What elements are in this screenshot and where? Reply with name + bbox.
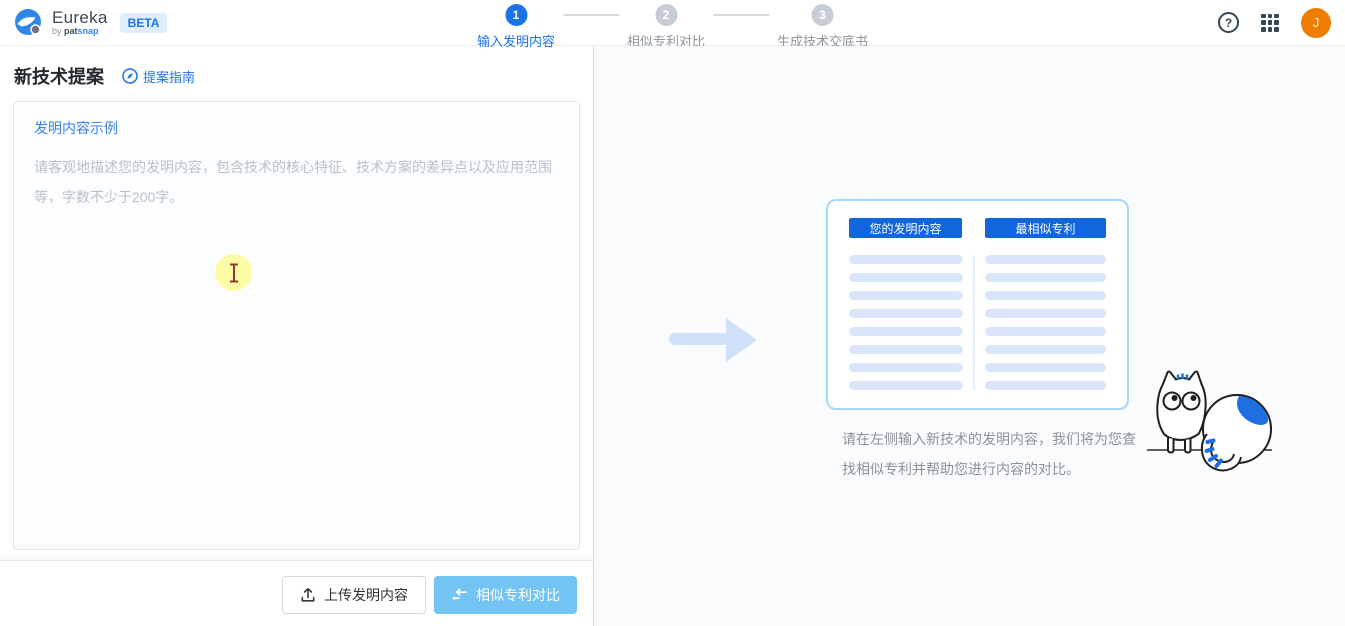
proposal-guide-link[interactable]: 提案指南 <box>122 67 195 86</box>
page-title: 新技术提案 <box>14 63 104 89</box>
brand-name: Eureka <box>52 9 108 26</box>
skeleton-bar <box>985 255 1106 264</box>
logo[interactable]: Eureka by patsnap BETA <box>14 8 167 38</box>
skeleton-bar <box>849 363 963 372</box>
upload-button-label: 上传发明内容 <box>324 585 408 605</box>
skeleton-bar <box>985 309 1106 318</box>
eureka-logo-icon <box>14 8 44 38</box>
cat-mascot-illustration <box>1147 366 1297 482</box>
skeleton-bar <box>849 345 963 354</box>
textarea-placeholder: 请客观地描述您的发明内容，包含技术的核心特征、技术方案的差异点以及应用范围等，字… <box>34 152 559 212</box>
compare-button-label: 相似专利对比 <box>476 585 560 605</box>
guide-link-label: 提案指南 <box>143 67 195 86</box>
logo-text: Eureka by patsnap <box>52 9 108 36</box>
skeleton-columns <box>849 255 1106 390</box>
progress-stepper: 1 输入发明内容 2 相似专利对比 3 生成技术交底书 <box>477 4 868 50</box>
comparison-preview-panel: 您的发明内容 最相似专利 请在左侧输入新技术的发明内容，我们将为您查找相似专利并… <box>594 46 1345 626</box>
step-connector <box>563 14 619 16</box>
main-content: 新技术提案 提案指南 发明内容示例 请客观地描述您的发明内容，包含技术的核心特征… <box>0 46 1345 626</box>
step-connector <box>713 14 769 16</box>
skeleton-column <box>985 255 1106 390</box>
upload-icon <box>300 587 316 603</box>
step-2-circle: 2 <box>655 4 677 26</box>
step-1-label: 输入发明内容 <box>477 31 555 50</box>
panel-header: 新技术提案 提案指南 <box>0 46 593 101</box>
compass-icon <box>122 68 138 84</box>
instruction-caption: 请在左侧输入新技术的发明内容，我们将为您查找相似专利并帮助您进行内容的对比。 <box>842 424 1136 484</box>
step-3-disclosure-doc[interactable]: 3 生成技术交底书 <box>777 4 868 50</box>
skeleton-bar <box>985 381 1106 390</box>
compare-patents-button[interactable]: 相似专利对比 <box>434 576 577 614</box>
comparison-illustration: 您的发明内容 最相似专利 <box>826 199 1129 410</box>
ibeam-cursor-icon <box>228 263 240 283</box>
step-1-input-invention[interactable]: 1 输入发明内容 <box>477 4 555 50</box>
app-root: Eureka by patsnap BETA 1 输入发明内容 2 相似专利对比… <box>0 0 1345 626</box>
skeleton-bar <box>849 291 963 300</box>
help-icon[interactable]: ? <box>1218 12 1239 33</box>
right-arrow-icon <box>669 318 757 362</box>
skeleton-bar <box>849 309 963 318</box>
compare-arrows-icon <box>451 587 468 603</box>
skeleton-bar <box>849 381 963 390</box>
skeleton-bar <box>985 363 1106 372</box>
user-avatar[interactable]: J <box>1301 8 1331 38</box>
beta-badge: BETA <box>120 13 168 33</box>
skeleton-column <box>849 255 963 390</box>
most-similar-patent-tag: 最相似专利 <box>985 218 1106 238</box>
skeleton-bar <box>985 291 1106 300</box>
upload-invention-button[interactable]: 上传发明内容 <box>282 576 426 614</box>
skeleton-bar <box>849 273 963 282</box>
apps-grid-icon[interactable] <box>1261 14 1279 32</box>
proposal-input-panel: 新技术提案 提案指南 发明内容示例 请客观地描述您的发明内容，包含技术的核心特征… <box>0 46 594 626</box>
app-header: Eureka by patsnap BETA 1 输入发明内容 2 相似专利对比… <box>0 0 1345 46</box>
your-invention-tag: 您的发明内容 <box>849 218 962 238</box>
step-2-similar-patents[interactable]: 2 相似专利对比 <box>627 4 705 50</box>
illustration-tags: 您的发明内容 最相似专利 <box>849 218 1106 238</box>
skeleton-bar <box>849 255 963 264</box>
example-label: 发明内容示例 <box>34 118 559 138</box>
header-actions: ? J <box>1218 8 1331 38</box>
panel-footer: 上传发明内容 相似专利对比 <box>0 560 593 614</box>
column-divider <box>973 255 975 390</box>
skeleton-bar <box>985 273 1106 282</box>
step-1-circle: 1 <box>505 4 527 26</box>
invention-content-textarea[interactable]: 发明内容示例 请客观地描述您的发明内容，包含技术的核心特征、技术方案的差异点以及… <box>13 101 580 550</box>
skeleton-bar <box>849 327 963 336</box>
text-cursor-highlight <box>215 254 252 291</box>
skeleton-bar <box>985 327 1106 336</box>
brand-byline: by patsnap <box>52 27 108 36</box>
skeleton-bar <box>985 345 1106 354</box>
step-3-circle: 3 <box>812 4 834 26</box>
